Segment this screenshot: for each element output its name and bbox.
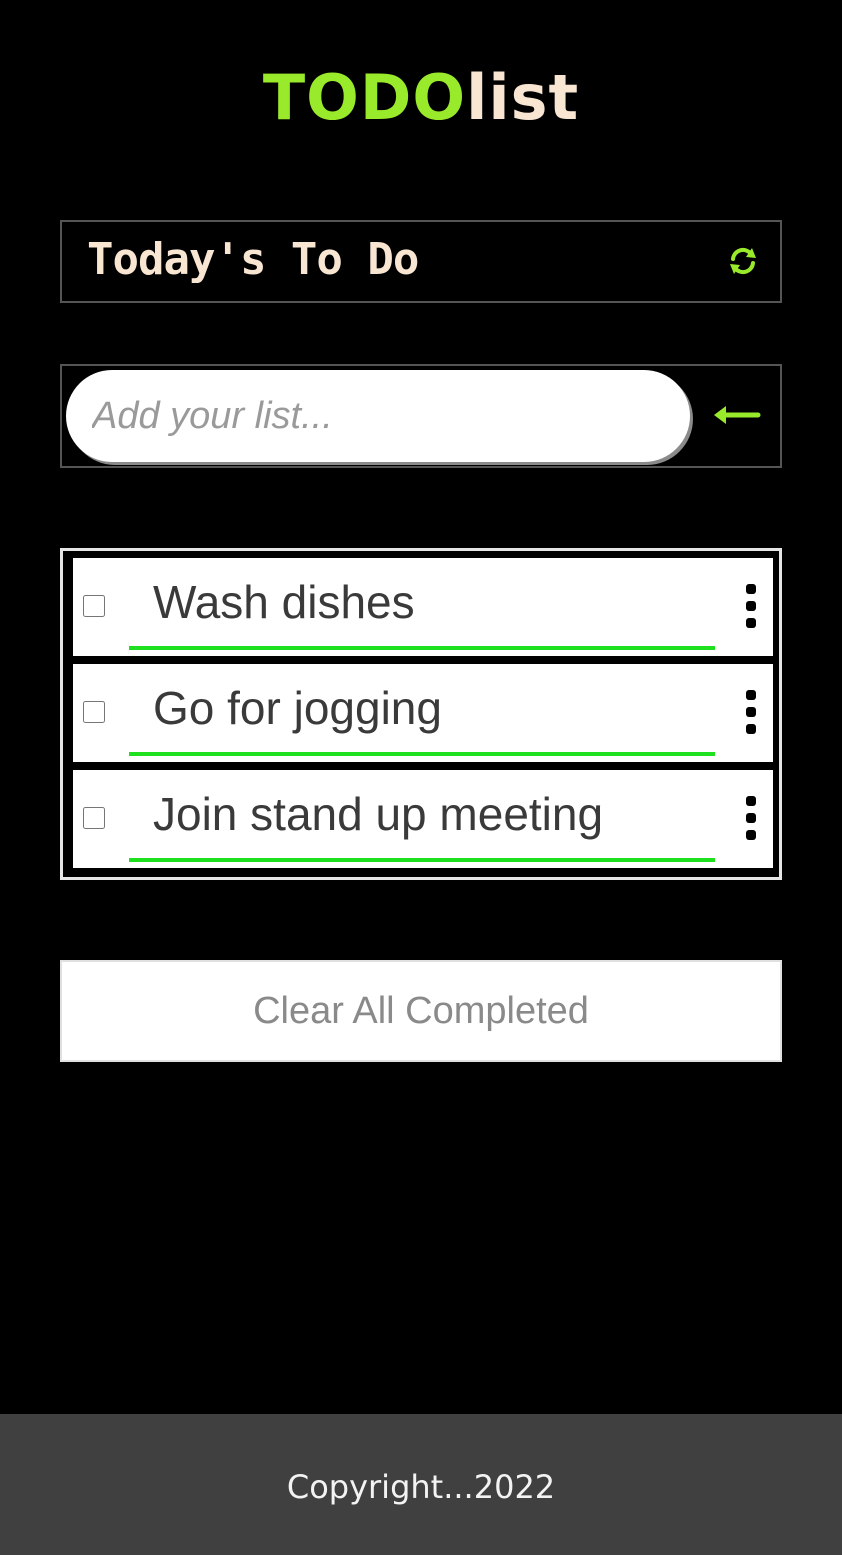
more-vertical-icon[interactable] xyxy=(743,796,759,840)
refresh-icon[interactable] xyxy=(726,244,760,278)
todo-checkbox[interactable] xyxy=(83,807,105,829)
todo-text: Wash dishes xyxy=(153,576,415,628)
list-title: Today's To Do xyxy=(87,234,419,285)
todo-checkbox[interactable] xyxy=(83,595,105,617)
todo-text: Go for jogging xyxy=(153,682,442,734)
more-vertical-icon[interactable] xyxy=(743,584,759,628)
todo-text: Join stand up meeting xyxy=(153,788,604,840)
add-todo-form xyxy=(60,364,782,468)
copyright-text: Copyright...2022 xyxy=(286,1468,556,1506)
list-item: Wash dishes xyxy=(71,556,775,658)
more-vertical-icon[interactable] xyxy=(743,690,759,734)
list-item: Join stand up meeting xyxy=(71,768,775,870)
app-title: TODOlist xyxy=(0,58,842,138)
list-item: Go for jogging xyxy=(71,662,775,764)
app-title-rest: list xyxy=(466,61,580,134)
app-title-accent: TODO xyxy=(262,61,467,134)
list-header: Today's To Do xyxy=(60,220,782,303)
todo-list: Wash dishes Go for jogging Join stand up… xyxy=(60,548,782,880)
footer: Copyright...2022 xyxy=(0,1414,842,1555)
todo-underline xyxy=(129,858,715,862)
arrow-left-icon[interactable] xyxy=(712,400,762,430)
todo-checkbox[interactable] xyxy=(83,701,105,723)
todo-underline xyxy=(129,752,715,756)
todo-underline xyxy=(129,646,715,650)
add-todo-input[interactable] xyxy=(66,370,690,462)
clear-completed-button[interactable]: Clear All Completed xyxy=(60,960,782,1062)
